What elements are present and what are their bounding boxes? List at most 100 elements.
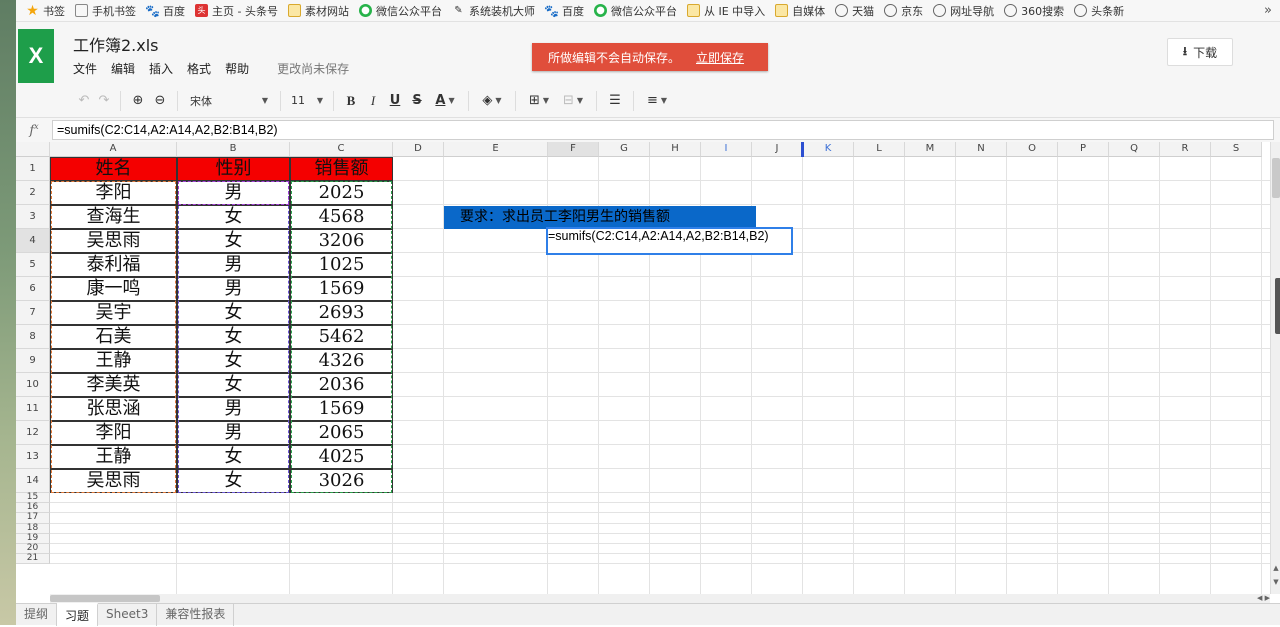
instruction-note[interactable]: 要求：求出员工李阳男生的销售额 bbox=[444, 206, 756, 229]
row-header[interactable]: 4 bbox=[16, 229, 50, 253]
column-header[interactable]: S bbox=[1211, 142, 1262, 157]
column-header[interactable]: F bbox=[548, 142, 599, 157]
data-cell[interactable]: 男 bbox=[177, 253, 290, 277]
data-cell[interactable]: 王静 bbox=[50, 445, 177, 469]
bookmark-item[interactable]: 🐾 百度 bbox=[544, 3, 584, 19]
column-resize-handle[interactable] bbox=[801, 142, 804, 157]
download-button[interactable]: ⭳ 下载 bbox=[1167, 38, 1233, 66]
header-cell[interactable]: 销售额 bbox=[290, 157, 393, 181]
data-cell[interactable]: 男 bbox=[177, 277, 290, 301]
data-cell[interactable]: 1025 bbox=[290, 253, 393, 277]
sheet-tab-active[interactable]: 习题 bbox=[57, 603, 99, 626]
row-header[interactable]: 10 bbox=[16, 373, 50, 397]
data-cell[interactable]: 3206 bbox=[290, 229, 393, 253]
menu-insert[interactable]: 插入 bbox=[149, 60, 173, 77]
scroll-arrows-icon[interactable]: ◀ ▶ bbox=[1257, 594, 1270, 602]
data-cell[interactable]: 吴思雨 bbox=[50, 229, 177, 253]
strikethrough-button[interactable]: S bbox=[406, 90, 428, 112]
active-cell-editor[interactable]: =sumifs(C2:C14,A2:A14,A2,B2:B14,B2) bbox=[546, 227, 793, 255]
data-cell[interactable]: 石美 bbox=[50, 325, 177, 349]
column-header[interactable]: P bbox=[1058, 142, 1109, 157]
data-cell[interactable]: 2693 bbox=[290, 301, 393, 325]
row-header[interactable]: 5 bbox=[16, 253, 50, 277]
sheet-tab[interactable]: 兼容性报表 bbox=[157, 604, 235, 626]
column-header[interactable]: Q bbox=[1109, 142, 1160, 157]
header-cell[interactable]: 性别 bbox=[177, 157, 290, 181]
merge-cells-button[interactable]: ⊟ ▼ bbox=[556, 90, 590, 112]
row-header[interactable]: 9 bbox=[16, 349, 50, 373]
menu-help[interactable]: 帮助 bbox=[225, 60, 249, 77]
column-header[interactable]: H bbox=[650, 142, 701, 157]
data-cell[interactable]: 4568 bbox=[290, 205, 393, 229]
data-cell[interactable]: 王静 bbox=[50, 349, 177, 373]
column-header[interactable]: L bbox=[854, 142, 905, 157]
undo-icon[interactable]: ↶ bbox=[74, 90, 94, 112]
bookmark-item[interactable]: ★ 书签 bbox=[26, 3, 65, 19]
align-button[interactable]: ≡ ▼ bbox=[640, 90, 674, 112]
column-header[interactable]: J bbox=[752, 142, 803, 157]
scroll-up-icon[interactable]: ▲ bbox=[1272, 564, 1280, 574]
side-panel-handle[interactable] bbox=[1275, 278, 1280, 334]
bookmark-item[interactable]: 素材网站 bbox=[287, 3, 349, 19]
data-cell[interactable]: 女 bbox=[177, 445, 290, 469]
font-color-button[interactable]: A ▼ bbox=[428, 90, 462, 112]
data-cell[interactable]: 张思涵 bbox=[50, 397, 177, 421]
row-header[interactable]: 14 bbox=[16, 469, 50, 493]
data-cell[interactable]: 3026 bbox=[290, 469, 393, 493]
font-family-select[interactable]: 宋体 ▼ bbox=[184, 90, 274, 112]
data-cell[interactable]: 女 bbox=[177, 469, 290, 493]
bookmark-item[interactable]: 从 IE 中导入 bbox=[686, 3, 765, 19]
bold-button[interactable]: B bbox=[340, 90, 362, 112]
sheet-tab[interactable]: Sheet3 bbox=[98, 604, 158, 626]
italic-button[interactable]: I bbox=[362, 90, 384, 112]
bookmark-item[interactable]: 头条新 bbox=[1074, 3, 1124, 19]
menu-file[interactable]: 文件 bbox=[73, 60, 97, 77]
bookmark-item[interactable]: 360搜索 bbox=[1004, 3, 1064, 19]
column-header[interactable]: A bbox=[50, 142, 177, 157]
column-header[interactable]: I bbox=[701, 142, 752, 157]
redo-icon[interactable]: ↷ bbox=[94, 90, 114, 112]
column-header[interactable]: R bbox=[1160, 142, 1211, 157]
data-cell[interactable]: 吴思雨 bbox=[50, 469, 177, 493]
font-size-select[interactable]: 11 ▼ bbox=[287, 90, 327, 112]
data-cell[interactable]: 女 bbox=[177, 325, 290, 349]
data-cell[interactable]: 1569 bbox=[290, 397, 393, 421]
data-cell[interactable]: 女 bbox=[177, 349, 290, 373]
bookmark-item[interactable]: 网址导航 bbox=[933, 3, 994, 19]
sheet-tab[interactable]: 提纲 bbox=[16, 604, 58, 626]
data-cell[interactable]: 4326 bbox=[290, 349, 393, 373]
select-all-corner[interactable] bbox=[16, 142, 50, 157]
column-header[interactable]: D bbox=[393, 142, 444, 157]
row-header[interactable]: 13 bbox=[16, 445, 50, 469]
data-cell[interactable]: 4025 bbox=[290, 445, 393, 469]
data-cell[interactable]: 康一鸣 bbox=[50, 277, 177, 301]
column-header[interactable]: O bbox=[1007, 142, 1058, 157]
data-cell[interactable]: 2065 bbox=[290, 421, 393, 445]
row-header[interactable]: 3 bbox=[16, 205, 50, 229]
column-header[interactable]: C bbox=[290, 142, 393, 157]
column-header[interactable]: E bbox=[444, 142, 548, 157]
zoom-in-icon[interactable]: ⊕ bbox=[127, 90, 149, 112]
row-header[interactable]: 6 bbox=[16, 277, 50, 301]
wrap-text-icon[interactable]: ☰ bbox=[603, 90, 627, 112]
row-header[interactable]: 1 bbox=[16, 157, 50, 181]
data-cell[interactable]: 女 bbox=[177, 205, 290, 229]
menu-format[interactable]: 格式 bbox=[187, 60, 211, 77]
bookmark-item[interactable]: 自媒体 bbox=[775, 3, 825, 19]
row-header[interactable]: 8 bbox=[16, 325, 50, 349]
data-cell[interactable]: 吴宇 bbox=[50, 301, 177, 325]
data-cell[interactable]: 查海生 bbox=[50, 205, 177, 229]
data-cell[interactable]: 男 bbox=[177, 397, 290, 421]
data-cell[interactable]: 男 bbox=[177, 181, 290, 205]
bookmark-item[interactable]: ● 微信公众平台 bbox=[358, 3, 442, 19]
row-header[interactable]: 7 bbox=[16, 301, 50, 325]
column-header[interactable]: K bbox=[803, 142, 854, 157]
column-header[interactable]: B bbox=[177, 142, 290, 157]
data-cell[interactable]: 李阳 bbox=[50, 421, 177, 445]
bookmark-item[interactable]: 🐾 百度 bbox=[145, 3, 185, 19]
borders-button[interactable]: ⊞ ▼ bbox=[522, 90, 556, 112]
scrollbar-thumb[interactable] bbox=[50, 595, 160, 602]
data-cell[interactable]: 2025 bbox=[290, 181, 393, 205]
data-cell[interactable]: 女 bbox=[177, 229, 290, 253]
formula-input[interactable]: =sumifs(C2:C14,A2:A14,A2,B2:B14,B2) bbox=[52, 120, 1274, 140]
